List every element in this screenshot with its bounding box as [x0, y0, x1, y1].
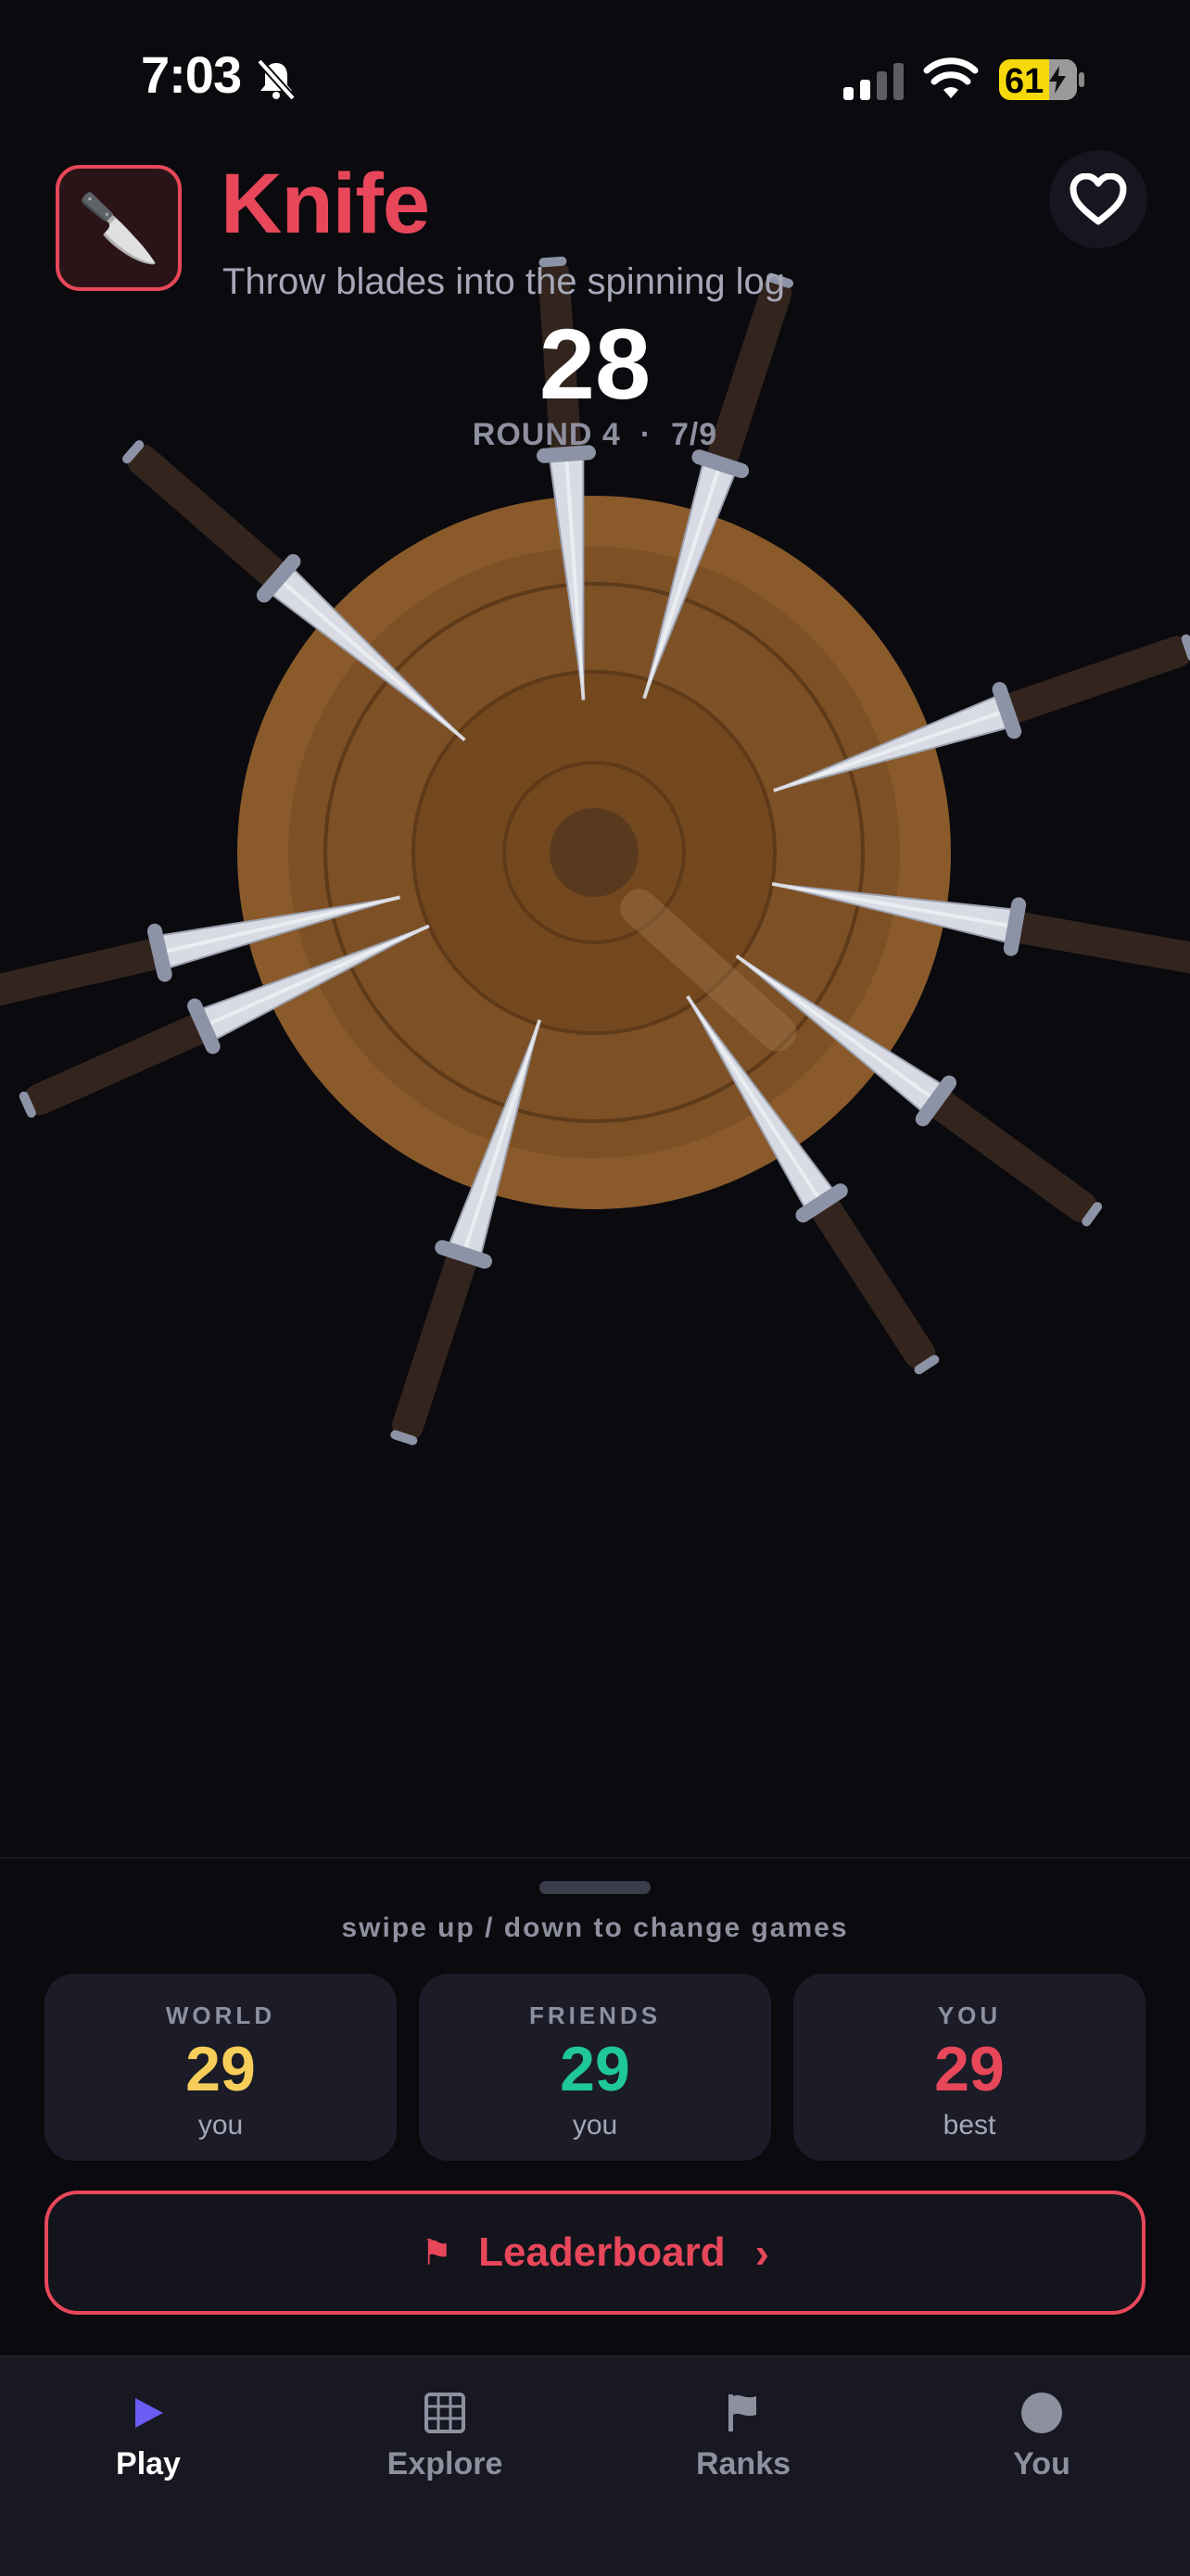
- tab-bar: Play Explore Ranks You: [0, 2355, 1190, 2576]
- tab-ranks[interactable]: Ranks: [641, 2385, 845, 2482]
- card-sub: you: [572, 2110, 618, 2140]
- profile-icon: [1021, 2393, 1062, 2433]
- friends-score-card[interactable]: FRIENDS 29 you: [419, 1974, 771, 2161]
- knife-handle: [19, 1008, 225, 1118]
- tab-label: Explore: [386, 2446, 503, 2481]
- sheet-drag-handle[interactable]: [539, 1881, 651, 1894]
- card-label: YOU: [937, 2001, 1002, 2029]
- tab-you[interactable]: You: [940, 2385, 1144, 2482]
- knife-handle: [916, 1081, 1103, 1227]
- tab-label: You: [1013, 2446, 1070, 2481]
- round-separator: ·: [639, 417, 652, 452]
- round-progress: ROUND 4 · 7/9: [0, 417, 1190, 453]
- game-canvas[interactable]: [0, 0, 1190, 1575]
- knife-handle: [985, 634, 1190, 728]
- tab-play[interactable]: Play: [46, 2385, 250, 2482]
- card-value: 29: [560, 2034, 630, 2104]
- world-score-card[interactable]: WORLD 29 you: [44, 1974, 397, 2161]
- chevron-right-icon: ›: [754, 2229, 769, 2277]
- play-icon: [135, 2398, 163, 2428]
- card-value: 29: [185, 2034, 256, 2104]
- card-sub: best: [943, 2110, 996, 2140]
- knife-handle: [122, 440, 299, 599]
- leaderboard-label: Leaderboard: [478, 2229, 726, 2275]
- flag-icon: [728, 2394, 756, 2431]
- knife-handle: [0, 935, 182, 1006]
- card-sub: you: [197, 2110, 244, 2140]
- knife-progress: 7/9: [670, 417, 718, 452]
- app-subtitle: Throw blades into the spinning log: [222, 261, 786, 302]
- knife-handle: [803, 1182, 940, 1375]
- leaderboard-button[interactable]: ⚑ Leaderboard ›: [44, 2191, 1146, 2315]
- knife-handle: [994, 910, 1190, 974]
- card-label: FRIENDS: [528, 2001, 662, 2029]
- knife-handle: [390, 1232, 481, 1446]
- spinning-log: [237, 496, 951, 1209]
- your-score-card[interactable]: YOU 29 best: [793, 1974, 1146, 2161]
- tab-label: Ranks: [695, 2446, 791, 2481]
- round-label: ROUND 4: [472, 417, 621, 452]
- flag-icon: ⚑: [421, 2233, 453, 2273]
- tab-label: Play: [116, 2446, 181, 2481]
- tab-explore[interactable]: Explore: [343, 2385, 547, 2482]
- swipe-hint: swipe up / down to change games: [341, 1913, 849, 1943]
- grid-icon: [424, 2393, 465, 2433]
- card-value: 29: [934, 2034, 1005, 2104]
- score-counter: 28: [538, 308, 652, 420]
- sheet-divider: [0, 1857, 1190, 1859]
- card-label: WORLD: [165, 2001, 276, 2029]
